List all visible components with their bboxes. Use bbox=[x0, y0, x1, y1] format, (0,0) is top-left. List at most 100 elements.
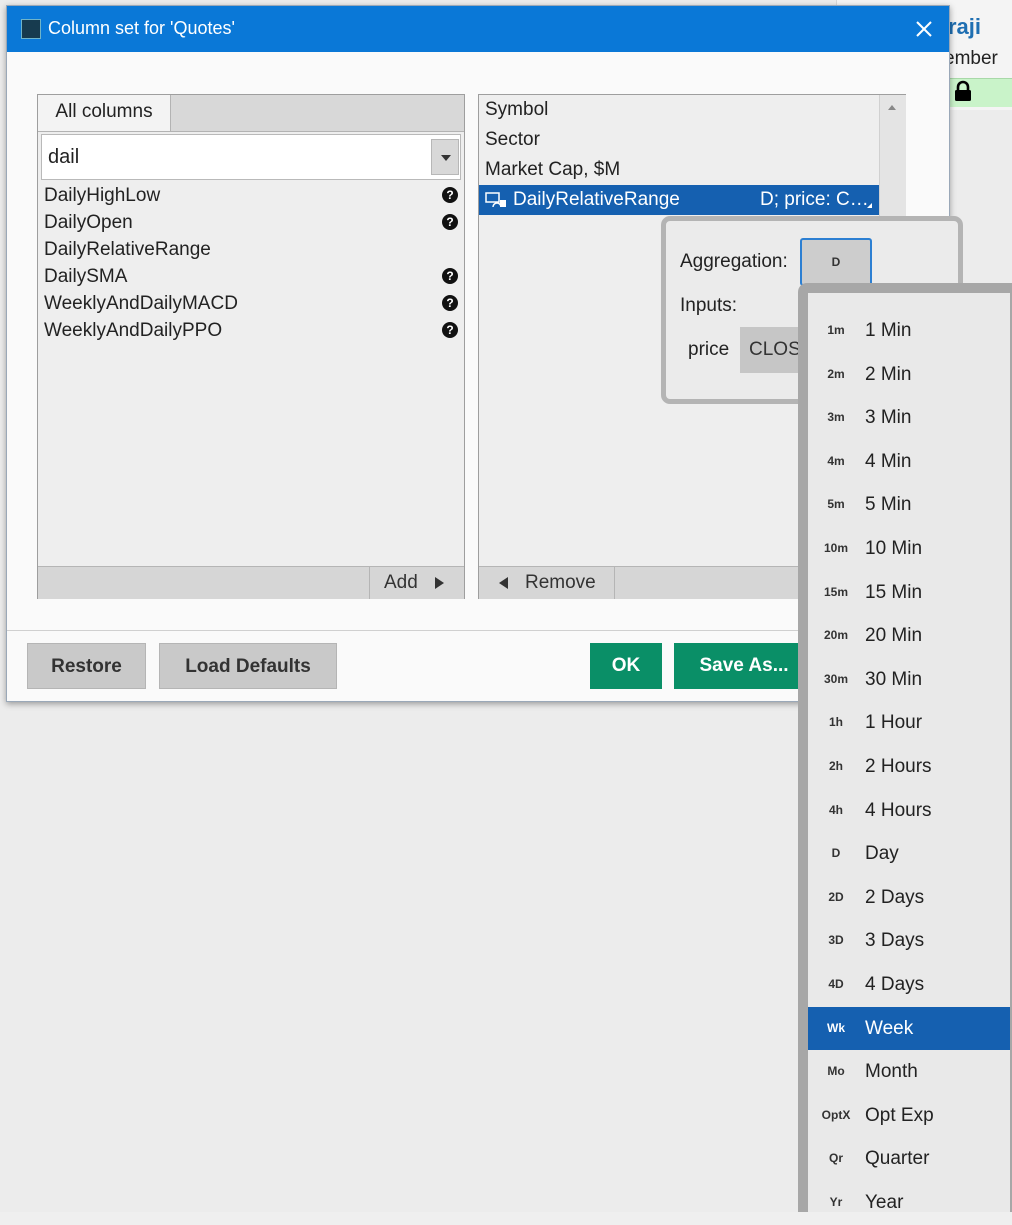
menu-item-15-min[interactable]: 15m 15 Min bbox=[808, 571, 1010, 615]
help-icon[interactable]: ? bbox=[442, 322, 458, 338]
arrow-left-icon bbox=[499, 577, 508, 589]
selected-item-label: DailyRelativeRange bbox=[513, 189, 680, 210]
menu-item-abbr: 4m bbox=[827, 453, 845, 468]
list-item[interactable]: DailySMA ? bbox=[44, 263, 458, 290]
search-box bbox=[41, 134, 461, 180]
menu-item-label: 30 Min bbox=[865, 668, 923, 690]
menu-item-day[interactable]: D Day bbox=[808, 832, 1010, 876]
menu-item-label: 4 Min bbox=[865, 450, 912, 472]
menu-item-month[interactable]: Mo Month bbox=[808, 1050, 1010, 1094]
save-as-button[interactable]: Save As... bbox=[674, 643, 814, 689]
selected-list-item[interactable]: DailyRelativeRange D; price: C… bbox=[479, 185, 879, 215]
add-button[interactable]: Add bbox=[369, 567, 464, 599]
scroll-up-icon[interactable] bbox=[888, 105, 896, 110]
list-item[interactable]: WeeklyAndDailyMACD ? bbox=[44, 290, 458, 317]
list-item[interactable]: WeeklyAndDailyPPO ? bbox=[44, 317, 458, 344]
menu-item-2-days[interactable]: 2D 2 Days bbox=[808, 876, 1010, 920]
search-input[interactable] bbox=[48, 135, 418, 179]
tab-strip: All columns bbox=[38, 95, 464, 132]
menu-item-30-min[interactable]: 30m 30 Min bbox=[808, 658, 1010, 702]
menu-item-20-min[interactable]: 20m 20 Min bbox=[808, 614, 1010, 658]
tab-all-columns[interactable]: All columns bbox=[38, 95, 171, 131]
menu-item-year[interactable]: Yr Year bbox=[808, 1181, 1010, 1225]
menu-item-abbr: 1m bbox=[827, 323, 845, 337]
all-columns-panel: All columns DailyHighLow ? DailyOpen ? D… bbox=[37, 94, 465, 599]
menu-item-abbr: Qr bbox=[828, 1151, 843, 1166]
menu-item-abbr: Yr bbox=[829, 1195, 843, 1209]
menu-item-label: 2 Hours bbox=[865, 756, 932, 777]
menu-item-abbr: 1h bbox=[828, 715, 843, 730]
list-item-label: DailyOpen bbox=[44, 212, 133, 233]
menu-item-label: 3 Min bbox=[865, 407, 912, 429]
price-label: price bbox=[688, 339, 730, 360]
left-panel-footer: Add bbox=[38, 566, 464, 599]
help-icon[interactable]: ? bbox=[442, 187, 458, 203]
selected-item-params: D; price: C… bbox=[760, 189, 869, 210]
dialog-title: Column set for 'Quotes' bbox=[48, 18, 235, 38]
menu-item-3-days[interactable]: 3D 3 Days bbox=[808, 919, 1010, 963]
menu-item-label: 20 Min bbox=[865, 625, 923, 647]
menu-item-4-hours[interactable]: 4h 4 Hours bbox=[808, 789, 1010, 833]
list-item[interactable]: Symbol bbox=[485, 95, 879, 125]
background-subtitle-text: ember bbox=[944, 48, 998, 69]
menu-item-abbr: 4h bbox=[828, 802, 843, 817]
menu-item-4-min[interactable]: 4m 4 Min bbox=[808, 440, 1010, 484]
list-item[interactable]: Sector bbox=[485, 125, 879, 155]
list-item[interactable]: DailyOpen ? bbox=[44, 209, 458, 236]
menu-item-label: 10 Min bbox=[865, 538, 923, 559]
aggregation-menu: 1m 1 Min 2m 2 Min 3m 3 Min 4m 4 Min 5m 5 Min 10m 10… bbox=[808, 293, 1010, 1213]
menu-item-opt-exp[interactable]: OptX Opt Exp bbox=[808, 1094, 1010, 1138]
inputs-label: Inputs: bbox=[680, 295, 738, 316]
remove-button[interactable]: Remove bbox=[479, 567, 615, 599]
menu-item-abbr: 2m bbox=[827, 366, 845, 381]
aggregation-dropdown: 1m 1 Min 2m 2 Min 3m 3 Min 4m 4 Min 5m 5 Min 10m 10… bbox=[798, 283, 1012, 1213]
menu-item-label: Month bbox=[865, 1061, 918, 1083]
menu-item-5-min[interactable]: 5m 5 Min bbox=[808, 483, 1010, 527]
menu-item-1-hour[interactable]: 1h 1 Hour bbox=[808, 701, 1010, 745]
menu-item-abbr: 20m bbox=[823, 628, 849, 643]
list-item[interactable]: DailyHighLow ? bbox=[44, 182, 458, 209]
menu-item-3-min[interactable]: 3m 3 Min bbox=[808, 396, 1010, 440]
list-item[interactable]: Market Cap, $M bbox=[485, 155, 879, 185]
menu-item-label: Quarter bbox=[865, 1148, 930, 1170]
menu-item-1-min[interactable]: 1m 1 Min bbox=[808, 309, 1010, 353]
help-icon[interactable]: ? bbox=[442, 214, 458, 230]
list-item-label: DailyHighLow bbox=[44, 185, 161, 206]
menu-item-abbr: 3m bbox=[827, 410, 845, 425]
menu-item-abbr: OptX bbox=[821, 1107, 851, 1122]
menu-item-label: 3 Days bbox=[865, 930, 925, 952]
menu-item-abbr: 2D bbox=[828, 889, 844, 904]
help-icon[interactable]: ? bbox=[442, 295, 458, 311]
list-item[interactable]: DailyRelativeRange bbox=[44, 236, 458, 263]
chevron-down-icon bbox=[441, 155, 451, 161]
menu-item-2-hours[interactable]: 2h 2 Hours bbox=[808, 745, 1010, 789]
menu-item-label: 2 Days bbox=[865, 886, 925, 908]
menu-item-10-min[interactable]: 10m 10 Min bbox=[808, 527, 1010, 571]
menu-item-label: Day bbox=[865, 843, 899, 865]
restore-button[interactable]: Restore bbox=[27, 643, 146, 689]
menu-item-2-min[interactable]: 2m 2 Min bbox=[808, 353, 1010, 397]
load-defaults-button[interactable]: Load Defaults bbox=[159, 643, 337, 689]
menu-item-abbr: 3D bbox=[828, 933, 844, 948]
add-button-label: Add bbox=[384, 572, 418, 593]
menu-item-label: 2 Min bbox=[865, 363, 912, 385]
menu-item-quarter[interactable]: Qr Quarter bbox=[808, 1137, 1010, 1181]
menu-item-abbr: 15m bbox=[823, 584, 849, 599]
custom-study-icon bbox=[485, 192, 506, 208]
menu-item-abbr: 2h bbox=[828, 759, 843, 773]
help-icon[interactable]: ? bbox=[442, 268, 458, 284]
menu-item-4-days[interactable]: 4D 4 Days bbox=[808, 963, 1010, 1007]
list-item-label: DailySMA bbox=[44, 266, 128, 287]
menu-item-abbr: 10m bbox=[823, 541, 849, 555]
menu-item-label: 15 Min bbox=[865, 581, 923, 603]
search-dropdown-button[interactable] bbox=[431, 139, 459, 175]
aggregation-button[interactable]: D bbox=[800, 238, 872, 286]
close-icon[interactable] bbox=[911, 16, 937, 42]
menu-item-abbr: 30m bbox=[823, 671, 849, 686]
menu-item-week[interactable]: Wk Week bbox=[808, 1006, 1010, 1051]
menu-item-label: Week bbox=[865, 1017, 914, 1039]
menu-item-abbr: Mo bbox=[827, 1064, 845, 1079]
ok-button[interactable]: OK bbox=[590, 643, 662, 689]
dialog-title-bar[interactable]: Column set for 'Quotes' bbox=[7, 6, 949, 52]
menu-item-abbr: 4D bbox=[828, 977, 844, 991]
